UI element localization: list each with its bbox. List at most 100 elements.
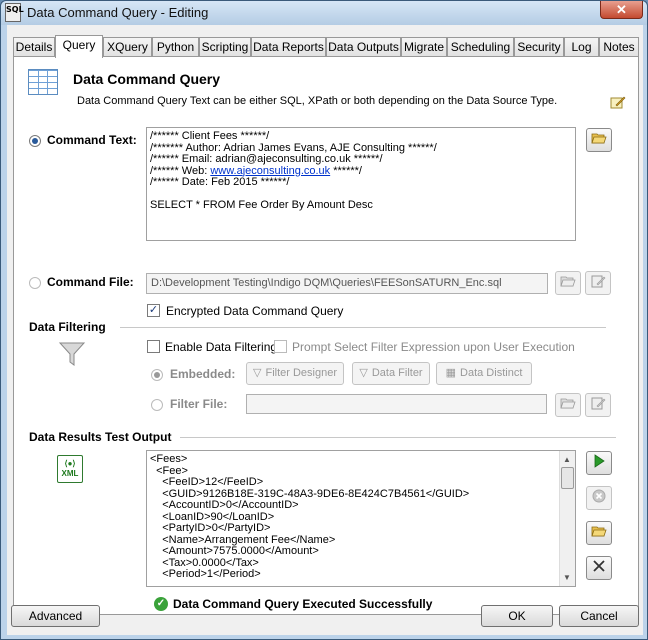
encrypted-checkbox[interactable]: ✓ (147, 304, 160, 317)
query-panel: Data Command Query Data Command Query Te… (13, 56, 639, 615)
filter-designer-button[interactable]: ▽ Filter Designer (246, 362, 344, 385)
scroll-thumb[interactable] (561, 467, 574, 489)
window-title: Data Command Query - Editing (27, 5, 209, 20)
edit-command-file-button[interactable] (585, 271, 611, 295)
tab-migrate[interactable]: Migrate (401, 37, 447, 57)
results-title: Data Results Test Output (29, 430, 172, 444)
xml-line: <PartyID>0</PartyID> (150, 522, 271, 534)
data-distinct-button[interactable]: ▦ Data Distinct (436, 362, 532, 385)
command-file-path[interactable]: D:\Development Testing\Indigo DQM\Querie… (146, 273, 548, 294)
tab-strip: Details Query XQuery Python Scripting Da… (13, 35, 639, 58)
data-filtering-title: Data Filtering (29, 320, 106, 334)
ok-button[interactable]: OK (481, 605, 553, 627)
enable-filtering-label: Enable Data Filtering (165, 340, 278, 354)
embedded-label: Embedded: (170, 367, 236, 381)
cmd-line-4: /****** Web: (150, 164, 211, 177)
xml-line: <GUID>9126B18E-319C-48A3-9DE6-8E424C7B45… (150, 487, 470, 500)
folder-open-icon (560, 398, 576, 409)
tab-security[interactable]: Security (514, 37, 564, 57)
data-distinct-label: Data Distinct (460, 367, 523, 379)
cmd-line-3: /****** Email: adrian@ajeconsulting.co.u… (150, 153, 383, 165)
xml-line: <AccountID>0</AccountID> (150, 499, 299, 511)
status-message: Data Command Query Executed Successfully (173, 597, 433, 611)
funnel-icon: ▽ (253, 367, 262, 379)
xml-line: <Fee> (150, 464, 188, 477)
tab-python[interactable]: Python (152, 37, 199, 57)
prompt-filter-label: Prompt Select Filter Expression upon Use… (292, 340, 575, 354)
command-text-label: Command Text: (47, 133, 137, 147)
xml-line: <FeeID>12</FeeID> (150, 476, 264, 488)
funnel-icon: ▽ (359, 367, 368, 379)
sql-app-icon: SQL (5, 3, 24, 22)
data-filter-label: Data Filter (371, 367, 423, 379)
encrypted-label: Encrypted Data Command Query (166, 304, 344, 318)
table-icon: ▦ (445, 367, 457, 379)
run-query-button[interactable] (586, 451, 612, 475)
header-title: Data Command Query (73, 71, 221, 87)
success-check-icon: ✓ (154, 597, 168, 611)
tab-details[interactable]: Details (13, 37, 55, 57)
divider (120, 327, 606, 328)
close-icon (593, 560, 605, 572)
header-description: Data Command Query Text can be either SQ… (77, 95, 558, 107)
folder-open-icon (591, 133, 607, 144)
results-output[interactable]: <Fees> <Fee> <FeeID>12</FeeID> <GUID>912… (146, 450, 576, 587)
filter-file-label: Filter File: (170, 397, 228, 411)
cmd-line-5: /****** Date: Feb 2015 ******/ (150, 176, 290, 188)
results-scrollbar[interactable]: ▲ ▼ (559, 451, 575, 586)
open-query-button[interactable] (586, 128, 612, 152)
enable-filtering-checkbox[interactable] (147, 340, 160, 353)
edit-note-icon[interactable] (610, 95, 626, 109)
client-area: Details Query XQuery Python Scripting Da… (7, 25, 643, 635)
browse-command-file-button[interactable] (555, 271, 581, 295)
funnel-icon (58, 340, 86, 371)
title-bar[interactable]: SQL Data Command Query - Editing ✕ (1, 1, 647, 25)
web-link[interactable]: www.ajeconsulting.co.uk (210, 165, 330, 177)
cancel-button[interactable]: Cancel (559, 605, 639, 627)
xml-line: <Period>1</Period> (150, 568, 261, 580)
filter-file-radio[interactable] (151, 399, 163, 411)
edit-file-icon (591, 275, 606, 288)
xml-line: <Amount>7575.0000</Amount> (150, 545, 319, 557)
tab-query[interactable]: Query (55, 35, 103, 58)
advanced-button[interactable]: Advanced (11, 605, 100, 627)
close-button[interactable]: ✕ (600, 1, 643, 19)
folder-open-icon (560, 276, 576, 287)
edit-file-icon (591, 397, 606, 410)
command-text-editor[interactable]: /****** Client Fees ******/ /******* Aut… (146, 127, 576, 241)
cmd-line-7: SELECT * FROM Fee Order By Amount Desc (150, 199, 373, 211)
tab-notes[interactable]: Notes (599, 37, 639, 57)
folder-open-icon (591, 526, 607, 537)
xml-line: <LoanID>90</LoanID> (150, 510, 275, 523)
data-filter-button[interactable]: ▽ Data Filter (352, 362, 430, 385)
command-text-radio[interactable] (29, 135, 41, 147)
tab-data-reports[interactable]: Data Reports (251, 37, 326, 57)
prompt-filter-checkbox[interactable] (274, 340, 287, 353)
browse-filter-file-button[interactable] (555, 393, 581, 417)
stop-query-button[interactable] (586, 486, 612, 510)
embedded-radio[interactable] (151, 369, 163, 381)
command-file-radio[interactable] (29, 277, 41, 289)
xml-line: <Tax>0.0000</Tax> (150, 556, 259, 569)
scroll-down-icon[interactable]: ▼ (563, 572, 571, 584)
tab-scripting[interactable]: Scripting (199, 37, 251, 57)
filter-designer-label: Filter Designer (265, 367, 337, 379)
tab-data-outputs[interactable]: Data Outputs (326, 37, 401, 57)
command-file-label: Command File: (47, 275, 134, 289)
xml-line: <Fees> (150, 453, 188, 465)
stop-icon (592, 489, 606, 503)
scroll-up-icon[interactable]: ▲ (563, 454, 571, 466)
save-output-button[interactable] (586, 521, 612, 545)
xml-line: <Name>Arrangement Fee</Name> (150, 533, 336, 546)
xml-icon-label: XML (61, 469, 79, 478)
xml-file-icon: ⟨●⟩ XML (57, 455, 83, 483)
clear-output-button[interactable] (586, 556, 612, 580)
tab-xquery[interactable]: XQuery (103, 37, 152, 57)
table-grid-icon (28, 69, 58, 95)
tab-scheduling[interactable]: Scheduling (447, 37, 514, 57)
edit-filter-file-button[interactable] (585, 393, 611, 417)
play-icon (594, 454, 605, 468)
tab-log[interactable]: Log (564, 37, 599, 57)
cmd-line-1: /****** Client Fees ******/ (150, 130, 270, 142)
filter-file-path[interactable] (246, 394, 547, 414)
